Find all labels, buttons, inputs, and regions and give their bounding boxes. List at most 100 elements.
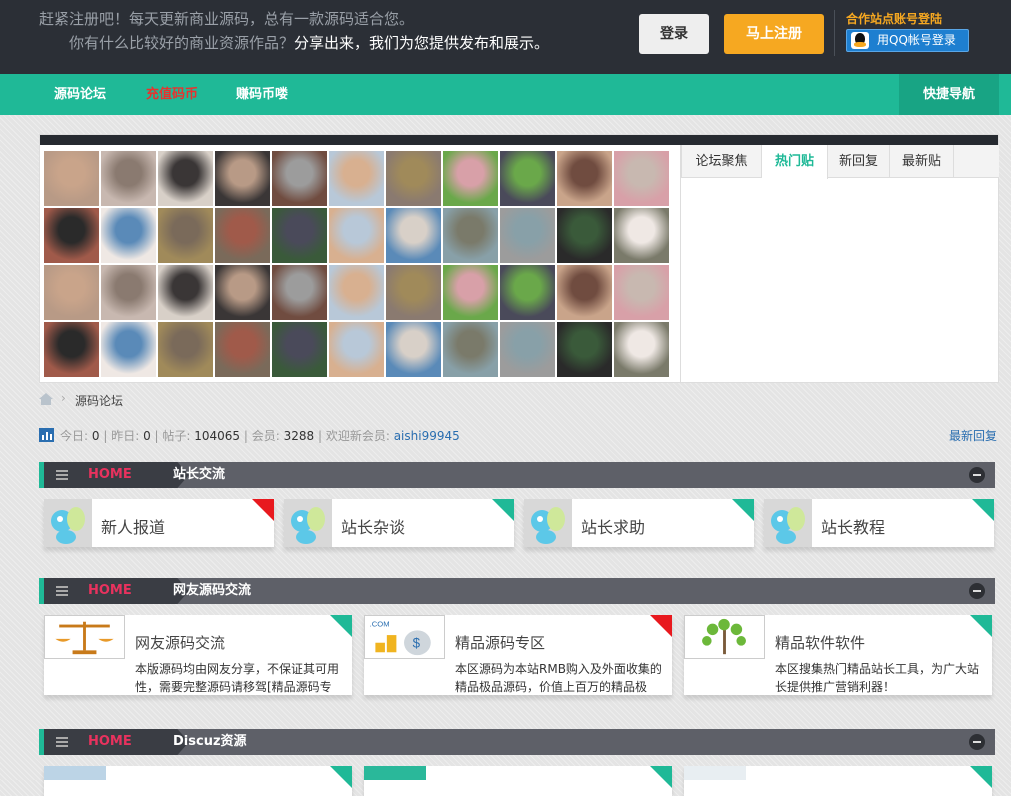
avatar[interactable] xyxy=(500,151,555,206)
avatar[interactable] xyxy=(215,151,270,206)
forum-card[interactable]: 精品软件软件 本区搜集热门精品站长工具，为广大站长提供推广营销利器！ xyxy=(684,615,992,695)
avatar[interactable] xyxy=(386,265,441,320)
section-home-tag: HOME xyxy=(44,578,189,604)
login-button[interactable]: 登录 xyxy=(639,14,709,54)
collapse-icon[interactable] xyxy=(969,467,985,483)
section-title: 网友源码交流 xyxy=(173,583,252,598)
forum-name: 新人报道 xyxy=(101,518,166,537)
avatar[interactable] xyxy=(272,151,327,206)
avatar[interactable] xyxy=(614,322,669,377)
avatar[interactable] xyxy=(101,208,156,263)
panel-tabs: 论坛聚焦 热门贴 新回复 最新贴 xyxy=(681,145,999,179)
avatar[interactable] xyxy=(101,265,156,320)
nav-item-earn[interactable]: 赚码币喽 xyxy=(236,74,288,115)
money-bag-icon: .COM $ xyxy=(364,615,445,659)
avatar[interactable] xyxy=(614,208,669,263)
avatar[interactable] xyxy=(557,322,612,377)
tree-icon xyxy=(684,615,765,659)
tab-forum-focus[interactable]: 论坛聚焦 xyxy=(682,145,762,178)
avatar[interactable] xyxy=(101,151,156,206)
avatar[interactable] xyxy=(329,151,384,206)
avatar[interactable] xyxy=(614,265,669,320)
avatar[interactable] xyxy=(101,322,156,377)
forum-description: 本版源码均由网友分享，不保证其可用性，需要完整源码请移驾[精品源码专 xyxy=(135,662,340,694)
avatar[interactable] xyxy=(44,208,99,263)
forum-card[interactable] xyxy=(684,766,992,796)
forum-card[interactable] xyxy=(44,766,352,796)
avatar[interactable] xyxy=(44,265,99,320)
avatar[interactable] xyxy=(44,322,99,377)
avatar[interactable] xyxy=(614,151,669,206)
breadcrumb-current[interactable]: 源码论坛 xyxy=(75,392,123,409)
nav-item-forum[interactable]: 源码论坛 xyxy=(54,74,106,115)
avatar[interactable] xyxy=(386,151,441,206)
svg-text:$: $ xyxy=(413,636,421,651)
avatar[interactable] xyxy=(443,322,498,377)
menu-icon xyxy=(56,737,68,747)
quick-nav-button[interactable]: 快捷导航 xyxy=(899,74,999,115)
menu-icon xyxy=(56,586,68,596)
corner-badge xyxy=(330,766,352,788)
forum-card[interactable]: 站长教程 xyxy=(764,499,994,547)
avatar[interactable] xyxy=(329,208,384,263)
newest-member-link[interactable]: aishi99945 xyxy=(394,429,460,443)
forum-card[interactable]: 网友源码交流 本版源码均由网友分享，不保证其可用性，需要完整源码请移驾[精品源码… xyxy=(44,615,352,695)
avatar[interactable] xyxy=(386,322,441,377)
avatar[interactable] xyxy=(557,265,612,320)
corner-badge xyxy=(650,766,672,788)
forum-name: 站长求助 xyxy=(581,518,646,537)
avatar[interactable] xyxy=(215,208,270,263)
welcome-line-2: 你有什么比较好的商业资源作品？分享出来，我们为您提供发布和展示。 xyxy=(69,34,550,52)
avatar[interactable] xyxy=(272,322,327,377)
register-button[interactable]: 马上注册 xyxy=(724,14,824,54)
avatar[interactable] xyxy=(158,208,213,263)
forum-name: 网友源码交流 xyxy=(135,634,226,652)
divider xyxy=(834,10,835,56)
tab-hot-posts[interactable]: 热门贴 xyxy=(762,145,828,179)
avatar[interactable] xyxy=(557,208,612,263)
collapse-icon[interactable] xyxy=(969,583,985,599)
money-bag-icon-text: .COM xyxy=(370,620,390,629)
tab-new-replies[interactable]: 新回复 xyxy=(828,145,890,178)
avatar[interactable] xyxy=(557,151,612,206)
avatar[interactable] xyxy=(386,208,441,263)
avatar[interactable] xyxy=(158,265,213,320)
forum-card[interactable]: 站长求助 xyxy=(524,499,754,547)
avatar[interactable] xyxy=(443,151,498,206)
avatar[interactable] xyxy=(272,265,327,320)
qq-login-label: 用QQ帐号登录 xyxy=(877,33,956,47)
avatar[interactable] xyxy=(158,322,213,377)
section-header: HOME 网友源码交流 xyxy=(39,578,995,604)
latest-reply-link[interactable]: 最新回复 xyxy=(949,427,997,444)
home-icon[interactable] xyxy=(39,393,53,405)
corner-badge xyxy=(970,615,992,637)
nav-item-recharge[interactable]: 充值码币 xyxy=(146,74,198,115)
forum-description: 本区源码为本站RMB购入及外面收集的精品极品源码，价值上百万的精品极 xyxy=(455,662,662,694)
avatar[interactable] xyxy=(443,208,498,263)
tab-newest-posts[interactable]: 最新贴 xyxy=(890,145,954,178)
mascot-icon xyxy=(764,499,812,547)
avatar[interactable] xyxy=(158,151,213,206)
welcome-line-1: 赶紧注册吧！每天更新商业源码，总有一款源码适合您。 xyxy=(39,10,415,28)
avatar[interactable] xyxy=(44,151,99,206)
avatar[interactable] xyxy=(215,322,270,377)
qq-login-button[interactable]: 用QQ帐号登录 xyxy=(846,29,969,52)
avatar[interactable] xyxy=(329,265,384,320)
forum-card[interactable]: 站长杂谈 xyxy=(284,499,514,547)
avatar[interactable] xyxy=(500,208,555,263)
collapse-icon[interactable] xyxy=(969,734,985,750)
stat-members: 3288 xyxy=(283,429,315,443)
forum-icon xyxy=(44,766,106,780)
forum-card[interactable] xyxy=(364,766,672,796)
avatar[interactable] xyxy=(500,322,555,377)
qq-penguin-icon xyxy=(851,32,869,49)
avatar[interactable] xyxy=(500,265,555,320)
mascot-icon xyxy=(44,499,92,547)
avatar[interactable] xyxy=(329,322,384,377)
forum-card[interactable]: 新人报道 xyxy=(44,499,274,547)
avatar[interactable] xyxy=(443,265,498,320)
avatar[interactable] xyxy=(215,265,270,320)
forum-name: 精品源码专区 xyxy=(455,634,546,652)
avatar[interactable] xyxy=(272,208,327,263)
forum-card[interactable]: .COM $ 精品源码专区 本区源码为本站RMB购入及外面收集的精品极品源码，价值… xyxy=(364,615,672,695)
